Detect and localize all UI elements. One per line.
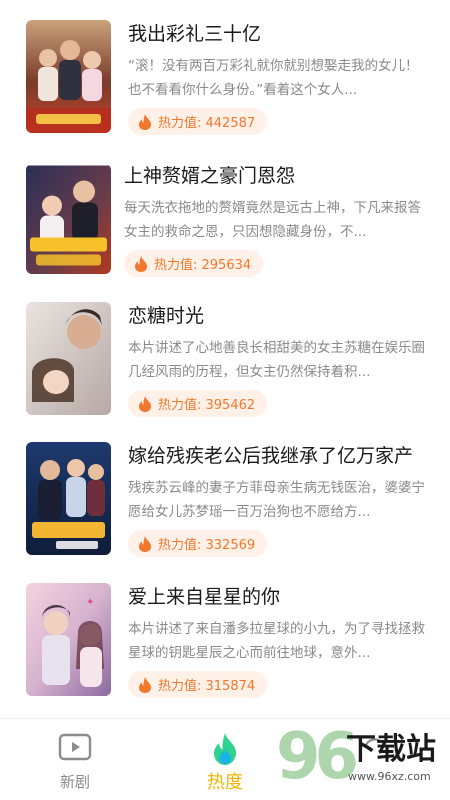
heat-badge: 热力值: 442587 (128, 108, 268, 135)
heat-badge: 热力值: 332569 (128, 530, 268, 557)
drama-cover[interactable] (26, 442, 111, 555)
tab-label: 热度 (207, 772, 243, 793)
fire-icon (135, 255, 147, 272)
drama-cover[interactable] (26, 302, 111, 415)
flame-icon (214, 733, 236, 765)
heat-badge: 热力值: 295634 (124, 250, 264, 277)
heat-value: 热力值: 315874 (158, 679, 256, 694)
drama-description: 本片讲述了心地善良长相甜美的女主苏糖在娱乐圈几经风雨的历程，但女主仍然保持着积.… (128, 340, 425, 380)
cover-image (26, 302, 111, 415)
drama-cover[interactable] (26, 20, 111, 133)
drama-title[interactable]: 我出彩礼三十亿 (128, 20, 438, 48)
fire-icon (139, 676, 151, 693)
tab-hot[interactable]: 热度 (170, 719, 280, 800)
fire-icon (139, 113, 151, 130)
video-play-icon (58, 733, 92, 761)
drama-item[interactable]: ✦ 爱上来自星星的你 本片讲述了来自潘多拉星球的小九，为了寻找拯救星球的钥匙星辰… (0, 583, 450, 703)
drama-list: 我出彩礼三十亿 “滚！没有两百万彩礼就你就别想娶走我的女儿！也不看看你什么身份。… (0, 0, 450, 718)
drama-cover[interactable] (26, 164, 111, 274)
cover-image (26, 20, 111, 133)
cover-image (26, 165, 111, 274)
drama-description: 每天洗衣拖地的赘婿竟然是远古上神，下凡来报答女主的救命之恩，只因想隐藏身份，不.… (124, 200, 421, 240)
drama-item[interactable]: 嫁给残疾老公后我继承了亿万家产 残疾苏云峰的妻子方菲母亲生病无钱医治，婆婆宁愿给… (0, 442, 450, 562)
watermark-number: 96 (276, 720, 359, 794)
drama-title[interactable]: 恋糖时光 (128, 302, 438, 330)
drama-item[interactable]: 上神赘婿之豪门恩怨 每天洗衣拖地的赘婿竟然是远古上神，下凡来报答女主的救命之恩，… (0, 162, 450, 282)
heat-value: 热力值: 442587 (158, 116, 256, 131)
drama-cover[interactable]: ✦ (26, 583, 111, 696)
site-watermark: 96 下载站 www.96xz.com (276, 720, 450, 800)
cover-image: ✦ (26, 583, 111, 696)
drama-description: “滚！没有两百万彩礼就你就别想娶走我的女儿！也不看看你什么身份。”看着这个女人.… (128, 58, 419, 98)
drama-item[interactable]: 我出彩礼三十亿 “滚！没有两百万彩礼就你就别想娶走我的女儿！也不看看你什么身份。… (0, 20, 450, 140)
heat-badge: 热力值: 395462 (128, 390, 268, 417)
drama-title[interactable]: 上神赘婿之豪门恩怨 (124, 162, 434, 190)
drama-description: 本片讲述了来自潘多拉星球的小九，为了寻找拯救星球的钥匙星辰之心而前往地球，意外.… (128, 621, 425, 661)
cover-image (26, 442, 111, 555)
heat-value: 热力值: 295634 (154, 258, 252, 273)
fire-icon (139, 535, 151, 552)
drama-item[interactable]: 恋糖时光 本片讲述了心地善良长相甜美的女主苏糖在娱乐圈几经风雨的历程，但女主仍然… (0, 302, 450, 422)
watermark-text: 下载站 (346, 732, 436, 767)
drama-title[interactable]: 爱上来自星星的你 (128, 583, 438, 611)
tab-new-dramas[interactable]: 新剧 (20, 719, 130, 800)
watermark-url: www.96xz.com (348, 770, 431, 783)
fire-icon (139, 395, 151, 412)
heat-value: 热力值: 395462 (158, 398, 256, 413)
tab-label: 新剧 (59, 773, 90, 791)
drama-title[interactable]: 嫁给残疾老公后我继承了亿万家产 (128, 442, 438, 470)
drama-description: 残疾苏云峰的妻子方菲母亲生病无钱医治，婆婆宁愿给女儿苏梦瑶一百万治狗也不愿给方.… (128, 480, 425, 520)
heat-badge: 热力值: 315874 (128, 671, 268, 698)
heat-value: 热力值: 332569 (158, 538, 256, 553)
svg-text:✦: ✦ (86, 597, 94, 608)
